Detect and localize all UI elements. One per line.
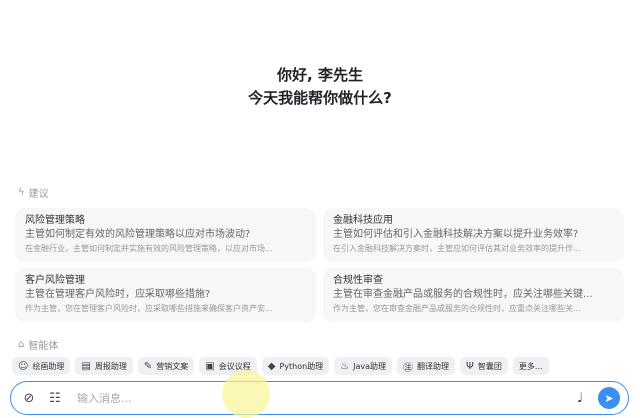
layout-icon[interactable]: ☷ (45, 391, 65, 406)
agenda-icon: ▣ (205, 360, 215, 372)
agent-chips: ☺ 绘画助理 ▤ 周报助理 ✎ 营销文案 ▣ 会议议程 ◆ Python助理 ♨ Java助… (12, 357, 549, 375)
chip-label: 会议议程 (218, 361, 251, 371)
card-question: 主管在管理客户风险时，应采取哪些措施? (25, 289, 211, 300)
chip-label: 营销文案 (156, 361, 189, 371)
lightning-icon: ϟ (18, 187, 25, 198)
agents-label: 智能体 (28, 341, 59, 352)
send-button[interactable]: ➤ (598, 387, 620, 409)
agent-chip-agenda[interactable]: ▣ 会议议程 (199, 357, 257, 375)
card-question: 主管如何制定有效的风险管理策略以应对市场波动? (25, 229, 251, 240)
chip-label: Python助理 (279, 361, 324, 371)
chip-label: 更多... (518, 361, 543, 371)
card-desc: 在引入金融科技解决方案时，主管应如何评估其对业务效率的提升作... (333, 244, 581, 253)
card-question: 主管如何评估和引入金融科技解决方案以提升业务效率? (333, 229, 579, 240)
agent-chip-more[interactable]: 更多... (512, 357, 549, 375)
agents-header: ⌂ 智能体 (18, 337, 58, 352)
card-desc: 作为主管，您在管理客户风险时，应采取哪些措施来确保客户资产安... (25, 304, 273, 313)
card-title: 客户风险管理 (25, 275, 85, 286)
team-icon: Ψ (466, 360, 474, 372)
java-icon: ♨ (340, 360, 350, 372)
chip-label: Java助理 (353, 361, 387, 371)
send-icon: ➤ (604, 391, 614, 405)
agent-chip-marketing[interactable]: ✎ 营销文案 (137, 357, 195, 375)
card-desc: 在金融行业，主管如何制定并实施有效的风险管理策略，以应对市场... (25, 244, 273, 253)
chip-label: 翻译助理 (417, 361, 450, 371)
message-input[interactable] (77, 391, 570, 405)
card-title: 风险管理策略 (25, 215, 85, 226)
microphone-icon[interactable]: ♩ (570, 391, 590, 406)
robot-icon: ⌂ (18, 339, 25, 350)
python-icon: ◆ (267, 360, 276, 372)
card-title: 合规性审查 (333, 275, 383, 286)
chip-label: 绘画助理 (32, 361, 65, 371)
suggestion-card[interactable]: 风险管理策略主管如何制定有效的风险管理策略以应对市场波动? 在金融行业，主管如何制… (15, 208, 316, 262)
suggestion-card[interactable]: 客户风险管理主管在管理客户风险时，应采取哪些措施? 作为主管，您在管理客户风险时，… (15, 268, 316, 322)
translate-icon: ㊟ (403, 362, 414, 374)
greeting-line1: 你好, 李先生 (277, 66, 363, 84)
agent-chip-think-tank[interactable]: Ψ 智囊团 (460, 357, 508, 375)
suggestions-label: 建议 (28, 189, 49, 200)
palette-icon: ☺ (18, 360, 29, 372)
agent-chip-weekly-report[interactable]: ▤ 周报助理 (75, 357, 133, 375)
agent-chip-java[interactable]: ♨ Java助理 (334, 357, 393, 375)
suggestion-card[interactable]: 合规性审查主管在审查金融产品或服务的合规性时，应关注哪些关键... 作为主管，您在… (323, 268, 624, 322)
card-question: 主管在审查金融产品或服务的合规性时，应关注哪些关键... (333, 289, 593, 300)
card-desc: 作为主管，您在审查金融产品或服务的合规性时，应重点关注哪些关... (333, 304, 581, 313)
greeting-line2: 今天我能帮你做什么? (248, 89, 392, 107)
agent-chip-drawing[interactable]: ☺ 绘画助理 (12, 357, 71, 375)
report-icon: ▤ (81, 360, 91, 372)
card-title: 金融科技应用 (333, 215, 393, 226)
suggestions-header: ϟ 建议 (18, 185, 49, 200)
chip-label: 智囊团 (477, 361, 502, 371)
suggestion-card[interactable]: 金融科技应用主管如何评估和引入金融科技解决方案以提升业务效率? 在引入金融科技解决… (323, 208, 624, 262)
message-composer: ⊘ ☷ ♩ ➤ (10, 381, 629, 415)
agent-chip-python[interactable]: ◆ Python助理 (261, 357, 330, 375)
edit-icon: ✎ (143, 360, 153, 372)
chip-label: 周报助理 (94, 361, 127, 371)
attach-icon[interactable]: ⊘ (19, 391, 39, 406)
agent-chip-translate[interactable]: ㊟翻译助理 (397, 357, 456, 375)
